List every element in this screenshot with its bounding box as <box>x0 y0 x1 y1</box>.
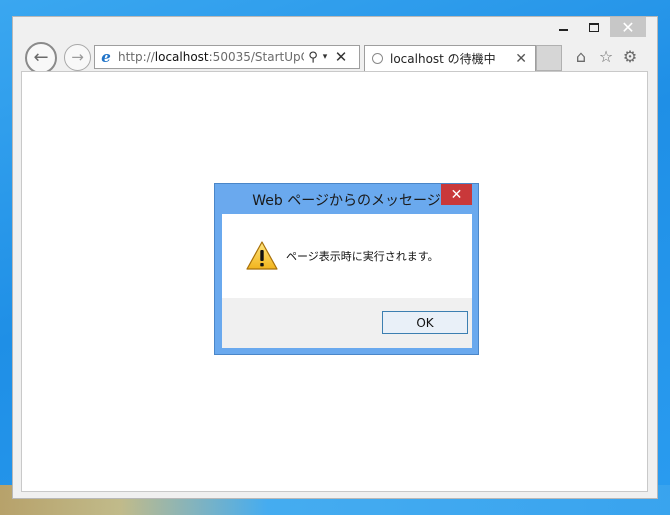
minimize-button[interactable] <box>548 17 578 37</box>
back-arrow-icon: ← <box>33 47 49 68</box>
dialog-close-button[interactable]: ✕ <box>441 184 472 205</box>
forward-button[interactable]: → <box>64 44 91 71</box>
star-icon[interactable]: ☆ <box>596 46 616 66</box>
forward-arrow-icon: → <box>71 48 84 66</box>
warning-icon <box>246 241 278 270</box>
tab-close-icon[interactable]: ✕ <box>515 51 527 67</box>
tab-label: localhost の待機中 <box>390 52 496 66</box>
home-icon[interactable]: ⌂ <box>571 46 591 66</box>
dialog-message: ページ表示時に実行されます。 <box>286 250 439 263</box>
tab-localhost[interactable]: localhost の待機中 ✕ <box>364 45 536 71</box>
minimize-icon <box>558 29 568 31</box>
message-dialog: Web ページからのメッセージ ✕ ページ表示時に実行されます。 OK <box>214 183 479 355</box>
back-button[interactable]: ← <box>25 42 57 74</box>
address-bar[interactable]: e http://localhost:50035/StartUpC ⚲ ▾ ✕ <box>94 45 360 69</box>
search-icon[interactable]: ⚲ <box>306 50 320 65</box>
gear-icon[interactable]: ⚙ <box>620 46 640 66</box>
address-url[interactable]: http://localhost:50035/StartUpC <box>118 50 304 64</box>
maximize-button[interactable] <box>579 17 609 37</box>
dialog-message-area: ページ表示時に実行されます。 <box>222 214 472 298</box>
stop-button[interactable]: ✕ <box>332 48 350 66</box>
address-url-prefix: http:// <box>118 50 155 64</box>
address-url-rest: :50035/StartUpC <box>208 50 304 64</box>
new-tab-button[interactable] <box>536 45 562 71</box>
chevron-down-icon[interactable]: ▾ <box>320 52 330 62</box>
loading-spinner-icon <box>372 53 383 64</box>
address-url-host: localhost <box>154 50 209 64</box>
window-close-button[interactable]: ✕ <box>610 17 646 37</box>
dialog-title: Web ページからのメッセージ <box>252 193 441 209</box>
maximize-icon <box>589 22 599 32</box>
internet-explorer-icon: e <box>101 48 111 66</box>
ok-button[interactable]: OK <box>382 311 468 334</box>
dialog-body: ページ表示時に実行されます。 OK <box>222 214 472 348</box>
